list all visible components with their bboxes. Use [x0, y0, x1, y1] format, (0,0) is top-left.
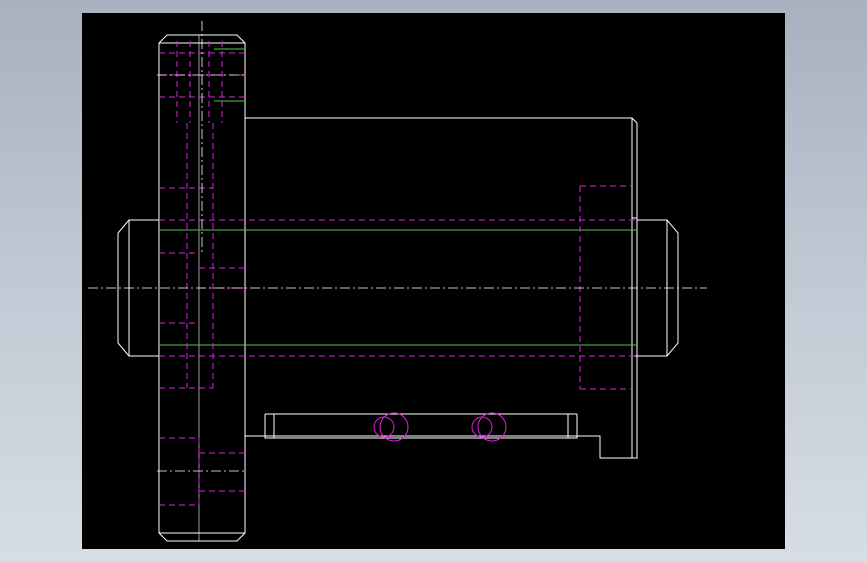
thread-lines — [159, 48, 637, 346]
center-lines — [88, 21, 707, 472]
hidden-lines — [159, 41, 637, 506]
bottom-channel — [264, 413, 578, 439]
ball-circles — [373, 412, 507, 442]
cad-viewport[interactable] — [82, 13, 785, 549]
cad-drawing — [88, 21, 707, 542]
